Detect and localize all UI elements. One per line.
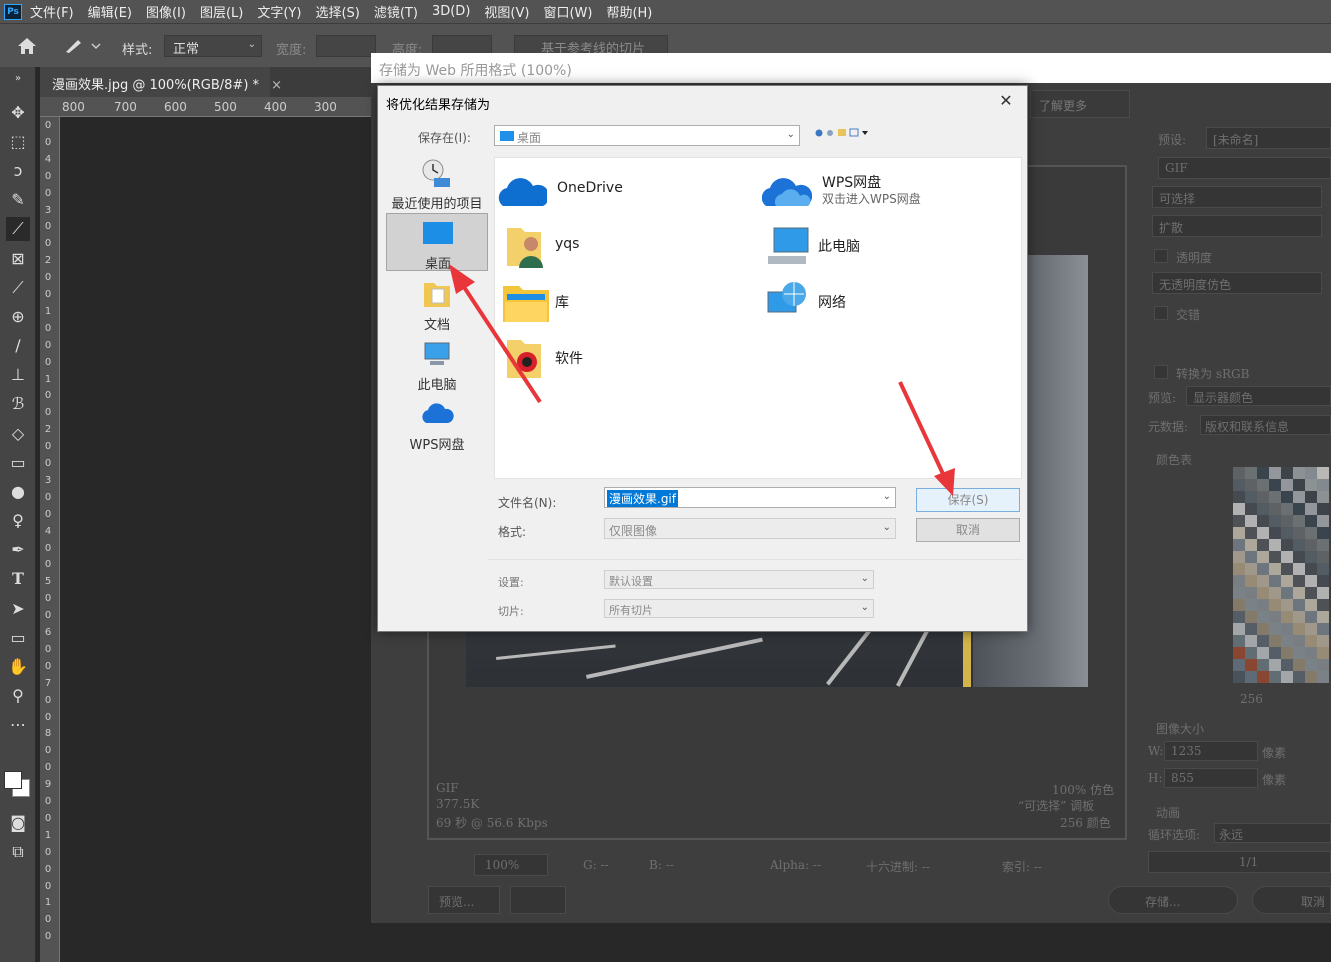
annotation-arrows — [449, 264, 955, 496]
annotation-arrowhead-save — [934, 468, 955, 496]
annotation-arrow-save — [898, 381, 946, 477]
annotation-arrow-desktop — [460, 282, 542, 404]
annotation-arrowhead-desktop — [449, 264, 475, 294]
